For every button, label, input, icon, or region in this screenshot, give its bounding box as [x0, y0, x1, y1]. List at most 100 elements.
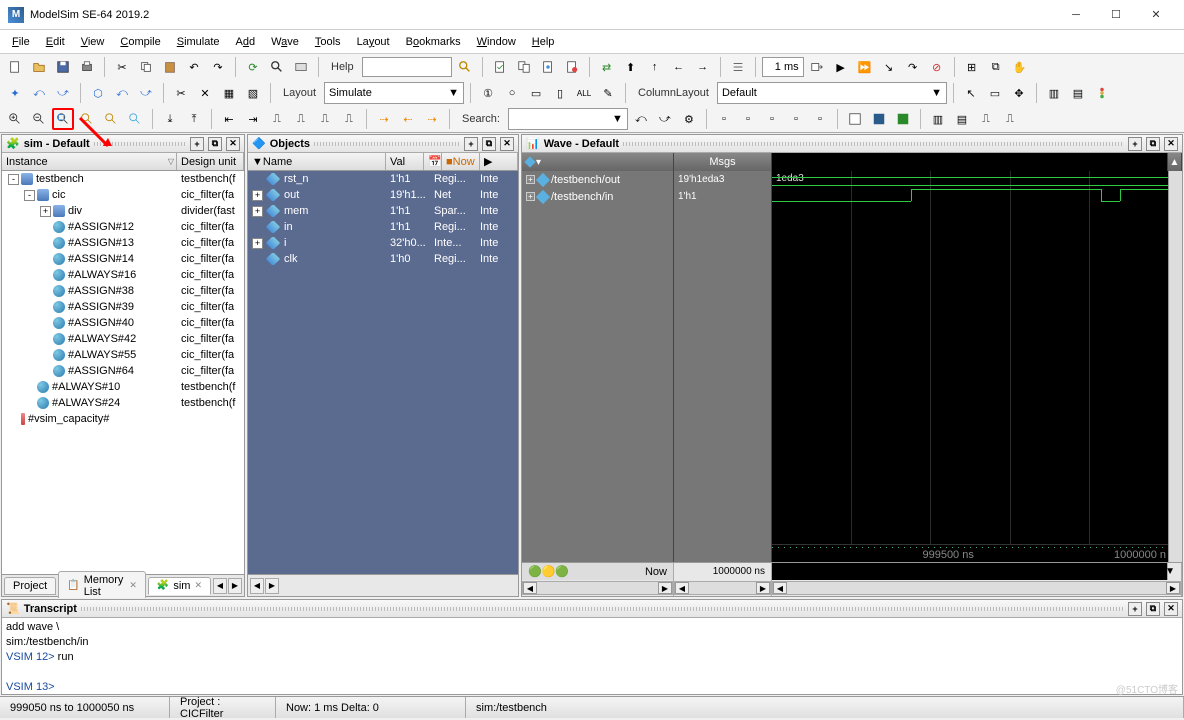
wave-names-hscroll[interactable]: ◀▶	[522, 581, 673, 595]
tree-row[interactable]: #vsim_capacity#	[2, 411, 244, 427]
zoom-out-icon[interactable]	[28, 108, 50, 130]
simulate-icon[interactable]	[537, 56, 559, 78]
sim-tree[interactable]: -testbenchtestbench(f-ciccic_filter(fa+d…	[2, 171, 244, 574]
column-layout-selector[interactable]: Default▼	[717, 82, 947, 104]
cursor1-icon[interactable]: ⇢	[373, 108, 395, 130]
transition1-icon[interactable]: ⎍	[266, 108, 288, 130]
run-all-icon[interactable]: ⏩	[854, 56, 876, 78]
zoom-in-icon[interactable]	[4, 108, 26, 130]
panel-dock-button[interactable]: ⧉	[482, 137, 496, 151]
menu-help[interactable]: Help	[524, 34, 563, 50]
pointer-icon[interactable]: ↖	[960, 82, 982, 104]
mode1-icon[interactable]: ①	[477, 82, 499, 104]
remove-wave-icon[interactable]: ▧	[242, 82, 264, 104]
list-icon[interactable]	[727, 56, 749, 78]
edge-prev-icon[interactable]: ⇤	[218, 108, 240, 130]
select-rect-icon[interactable]: ▭	[984, 82, 1006, 104]
search-next-icon[interactable]: ⤻	[654, 108, 676, 130]
compile-selected-icon[interactable]	[489, 56, 511, 78]
wave-scroll-down[interactable]: ▼	[1168, 563, 1182, 580]
wave-plot-area[interactable]: 1eda3 999500 ns 1000000 n	[772, 171, 1168, 562]
obj-prev-icon[interactable]: ◀	[250, 578, 264, 594]
tree-row[interactable]: #ASSIGN#38cic_filter(fa	[2, 283, 244, 299]
transition2-icon[interactable]: ⎍	[290, 108, 312, 130]
redo-icon[interactable]: ↷	[207, 56, 229, 78]
tree-row[interactable]: #ASSIGN#64cic_filter(fa	[2, 363, 244, 379]
cursor3-icon[interactable]: ⇢	[421, 108, 443, 130]
run-time-input[interactable]	[762, 57, 804, 77]
bookmark-next-icon[interactable]: ⤻	[52, 82, 74, 104]
menu-compile[interactable]: Compile	[112, 34, 168, 50]
menu-layout[interactable]: Layout	[349, 34, 398, 50]
zoom-cursor-icon[interactable]	[76, 108, 98, 130]
tree-row[interactable]: #ASSIGN#13cic_filter(fa	[2, 235, 244, 251]
layout-selector[interactable]: Simulate▼	[324, 82, 464, 104]
tab-project[interactable]: Project	[4, 577, 56, 595]
mode-all-icon[interactable]: ALL	[573, 82, 595, 104]
panel-close-button[interactable]: ✕	[1164, 137, 1178, 151]
tree-row[interactable]: -ciccic_filter(fa	[2, 187, 244, 203]
tile-windows-icon[interactable]: ⊞	[961, 56, 983, 78]
menu-simulate[interactable]: Simulate	[169, 34, 228, 50]
tree-row[interactable]: #ALWAYS#42cic_filter(fa	[2, 331, 244, 347]
maximize-button[interactable]: ☐	[1096, 1, 1136, 29]
tree-row[interactable]: #ASSIGN#40cic_filter(fa	[2, 315, 244, 331]
cut-wave-icon[interactable]: ✂	[170, 82, 192, 104]
group4-icon[interactable]: ▫	[785, 108, 807, 130]
transfer-icon[interactable]: ⇄	[596, 56, 618, 78]
menu-file[interactable]: File	[4, 34, 38, 50]
add-wave-icon[interactable]: ▦	[218, 82, 240, 104]
search-options-icon[interactable]: ⚙	[678, 108, 700, 130]
split-next-icon[interactable]: ⤻	[135, 82, 157, 104]
save-icon[interactable]	[52, 56, 74, 78]
add-cursor-icon[interactable]: ✦	[4, 82, 26, 104]
panel-close-button[interactable]: ✕	[1164, 602, 1178, 616]
minimize-button[interactable]: ─	[1056, 1, 1096, 29]
panel-add-button[interactable]: +	[1128, 137, 1142, 151]
toggle-icon[interactable]	[290, 56, 312, 78]
panel-add-button[interactable]: +	[190, 137, 204, 151]
menu-view[interactable]: View	[73, 34, 113, 50]
panel-close-button[interactable]: ✕	[500, 137, 514, 151]
bars-icon[interactable]: ▥	[1043, 82, 1065, 104]
object-row[interactable]: +i32'h0...Inte...Inte	[248, 235, 518, 251]
objects-list[interactable]: rst_n1'h1Regi...Inte+out19'h1...NetInte+…	[248, 171, 518, 574]
wave-plot-hscroll[interactable]: ◀▶	[772, 581, 1181, 595]
break-icon[interactable]	[561, 56, 583, 78]
run-continue-icon[interactable]: ▶	[830, 56, 852, 78]
tab-prev-icon[interactable]: ◀	[213, 578, 227, 594]
tree-row[interactable]: #ASSIGN#14cic_filter(fa	[2, 251, 244, 267]
wave-lines-icon[interactable]: ▤	[951, 108, 973, 130]
close-button[interactable]: ✕	[1136, 1, 1176, 29]
tree-row[interactable]: +divdivider(fast	[2, 203, 244, 219]
panel-add-button[interactable]: +	[1128, 602, 1142, 616]
find-icon[interactable]	[266, 56, 288, 78]
tab-next-icon[interactable]: ▶	[228, 578, 242, 594]
transcript-text[interactable]: add wave \sim:/testbench/inVSIM 12> run …	[2, 618, 1182, 694]
wave-names-header[interactable]: ▾	[522, 153, 674, 171]
tree-row[interactable]: #ALWAYS#24testbench(f	[2, 395, 244, 411]
tree-row[interactable]: -testbenchtestbench(f	[2, 171, 244, 187]
tree-row[interactable]: #ASSIGN#39cic_filter(fa	[2, 299, 244, 315]
tab-memory-list[interactable]: 📋Memory List✕	[58, 571, 146, 599]
obj-next-icon[interactable]: ▶	[265, 578, 279, 594]
wave-style2-icon[interactable]	[868, 108, 890, 130]
mode3-icon[interactable]: ▭	[525, 82, 547, 104]
transition4-icon[interactable]: ⎍	[338, 108, 360, 130]
stop-hand-icon[interactable]: ✋	[1009, 56, 1031, 78]
tree-row[interactable]: #ALWAYS#10testbench(f	[2, 379, 244, 395]
up-level-icon[interactable]: ⬆	[620, 56, 642, 78]
run-icon[interactable]	[806, 56, 828, 78]
wave-signal-names[interactable]: +/testbench/out+/testbench/in	[522, 171, 674, 562]
nav-back-icon[interactable]: ←	[668, 56, 690, 78]
compile-all-icon[interactable]	[513, 56, 535, 78]
help-go-icon[interactable]	[454, 56, 476, 78]
wave-signal-name[interactable]: +/testbench/out	[522, 171, 673, 188]
new-file-icon[interactable]	[4, 56, 26, 78]
paste-icon[interactable]	[159, 56, 181, 78]
refresh-icon[interactable]: ⟳	[242, 56, 264, 78]
menu-wave[interactable]: Wave	[263, 34, 307, 50]
panel-dock-button[interactable]: ⧉	[1146, 602, 1160, 616]
zoom-range-icon[interactable]	[100, 108, 122, 130]
undo-icon[interactable]: ↶	[183, 56, 205, 78]
